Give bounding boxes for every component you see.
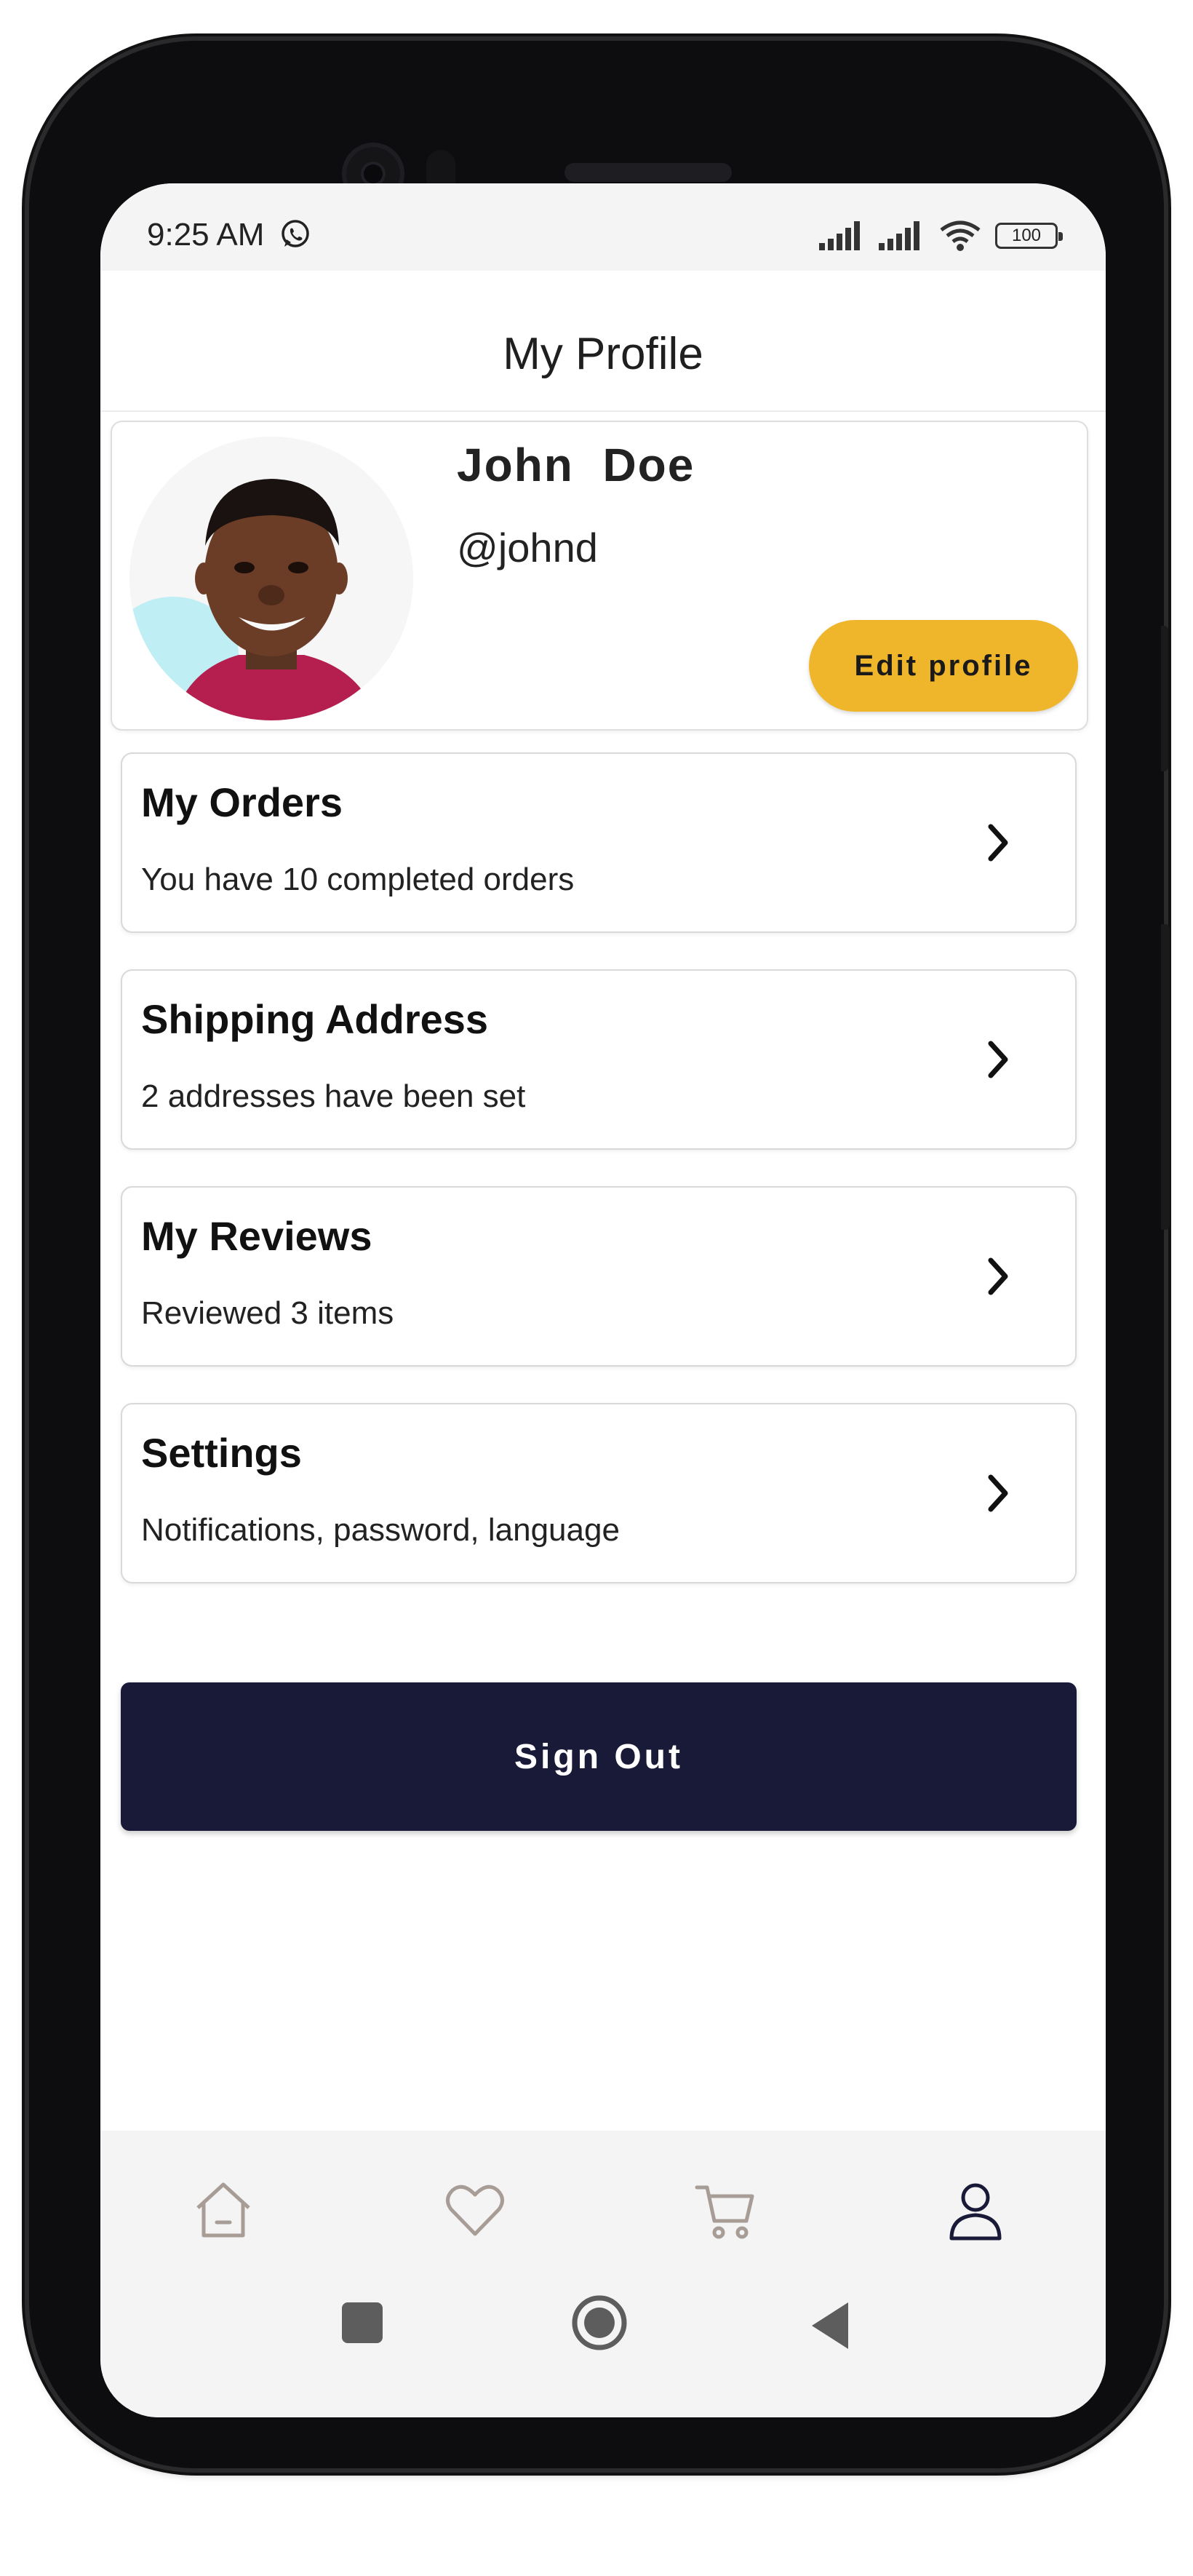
avatar[interactable] [129, 437, 413, 720]
chevron-right-icon [988, 824, 1008, 862]
menu-item-title: Shipping Address [141, 996, 489, 1042]
signal-icon [819, 221, 860, 250]
menu-item-subtitle: You have 10 completed orders [141, 862, 575, 897]
menu-item-title: Settings [141, 1430, 302, 1476]
heart-icon[interactable] [442, 2177, 508, 2243]
menu-item-title: My Orders [141, 779, 343, 825]
profile-name: John Doe [457, 439, 695, 491]
menu-item-settings[interactable]: Settings Notifications, password, langua… [121, 1403, 1077, 1583]
user-icon[interactable] [943, 2177, 1008, 2243]
bottom-nav [100, 2131, 1106, 2417]
menu-item-shipping-address[interactable]: Shipping Address 2 addresses have been s… [121, 969, 1077, 1150]
status-time: 9:25 AM [147, 217, 265, 253]
earpiece-speaker [564, 163, 732, 182]
battery-level: 100 [1011, 226, 1042, 245]
page-title: My Profile [503, 329, 703, 379]
edit-profile-button[interactable]: Edit profile [809, 620, 1078, 712]
profile-handle: @johnd [457, 525, 598, 571]
chevron-right-icon [988, 1474, 1008, 1512]
volume-button [1161, 626, 1168, 771]
sign-out-button[interactable]: Sign Out [121, 1682, 1077, 1831]
menu-item-subtitle: Reviewed 3 items [141, 1295, 394, 1331]
whatsapp-icon [282, 220, 309, 247]
signal-icon [879, 221, 919, 250]
wifi-icon [940, 220, 981, 251]
screen: 9:25 AM 100 My Profile John Doe @johnd E… [100, 183, 1106, 2417]
chevron-right-icon [988, 1041, 1008, 1078]
menu-item-reviews[interactable]: My Reviews Reviewed 3 items [121, 1186, 1077, 1367]
menu-item-subtitle: Notifications, password, language [141, 1512, 620, 1548]
menu-item-orders[interactable]: My Orders You have 10 completed orders [121, 752, 1077, 933]
status-icons: 100 [819, 220, 1063, 252]
menu-item-title: My Reviews [141, 1213, 372, 1259]
avatar-photo [129, 437, 413, 720]
chevron-right-icon [988, 1257, 1008, 1295]
header-divider [100, 410, 1106, 412]
recents-icon[interactable] [342, 2302, 383, 2343]
cart-icon[interactable] [693, 2177, 758, 2243]
home-button-icon[interactable] [570, 2294, 629, 2352]
back-icon[interactable] [803, 2297, 861, 2355]
battery-icon: 100 [995, 223, 1063, 249]
menu-item-subtitle: 2 addresses have been set [141, 1078, 526, 1114]
power-button [1161, 924, 1170, 1230]
profile-card: John Doe @johnd Edit profile [111, 421, 1088, 731]
home-icon[interactable] [191, 2177, 256, 2243]
status-bar: 9:25 AM 100 [100, 183, 1106, 271]
